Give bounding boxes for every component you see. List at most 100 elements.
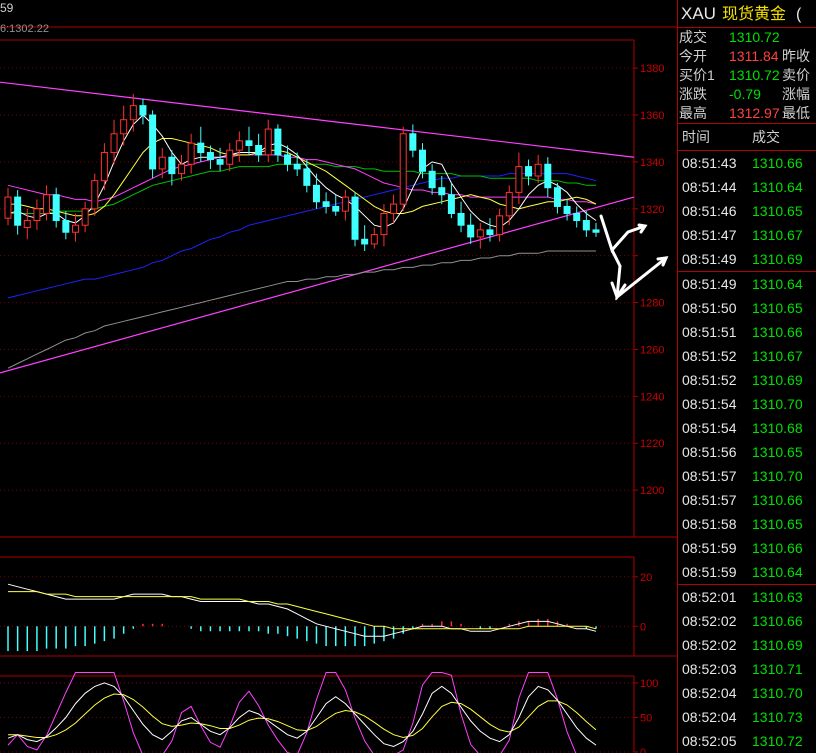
tick-price: 1310.65 xyxy=(752,516,803,532)
candle-body xyxy=(351,196,359,240)
quote-label-secondary: 卖价 xyxy=(782,67,810,83)
quote-label-secondary: 昨收 xyxy=(782,48,810,64)
candle-body xyxy=(534,163,542,177)
kdj-d-line xyxy=(8,693,597,739)
tick-time: 08:51:52 xyxy=(682,372,737,388)
candle-body xyxy=(245,140,253,146)
candle-body xyxy=(81,208,89,226)
quote-value: 1312.97 xyxy=(729,105,780,121)
tick-row: 08:52:02 1310.69 xyxy=(678,633,816,657)
tick-row: 08:51:59 1310.66 xyxy=(678,536,816,560)
candle-body xyxy=(158,156,166,170)
tick-time: 08:52:02 xyxy=(682,637,737,653)
quote-value: 1311.84 xyxy=(729,48,779,64)
candle-body xyxy=(486,229,494,236)
quote-value: 1310.72 xyxy=(729,29,780,45)
quote-label-secondary: 最低 xyxy=(782,105,810,121)
tick-price: 1310.66 xyxy=(752,613,803,629)
tick-time: 08:51:52 xyxy=(682,348,737,364)
y-tick-label: 100 xyxy=(640,678,658,690)
header-ma-readout: 6:1302.22 xyxy=(0,23,49,35)
candle-body xyxy=(197,142,205,154)
kdj-k-line xyxy=(7,682,597,748)
tick-time: 08:51:44 xyxy=(682,179,737,195)
tick-price: 1310.64 xyxy=(752,564,803,580)
candle-body xyxy=(563,205,571,214)
quote-value: 1310.72 xyxy=(729,67,780,83)
quote-label: 今开 xyxy=(679,48,707,64)
tick-time: 08:52:01 xyxy=(682,589,737,605)
tick-row: 08:52:05 1310.72 xyxy=(678,729,816,753)
header-top-left: 59 xyxy=(0,1,14,15)
tick-list[interactable]: 08:51:43 1310.66 08:51:44 1310.64 08:51:46 13… xyxy=(678,151,816,753)
candle-body xyxy=(312,184,320,203)
tick-row: 08:51:50 1310.65 xyxy=(678,296,816,320)
tick-row: 08:51:49 1310.69 xyxy=(678,247,816,272)
y-tick-label: 1240 xyxy=(640,391,664,403)
y-tick-label: 1380 xyxy=(640,63,664,75)
candle-body xyxy=(409,133,417,151)
tick-price: 1310.70 xyxy=(752,685,803,701)
tick-time: 08:52:02 xyxy=(682,613,737,629)
tick-row: 08:51:49 1310.64 xyxy=(678,272,816,296)
tick-time: 08:51:59 xyxy=(682,540,737,556)
tick-price: 1310.66 xyxy=(752,155,803,171)
upper-trendline xyxy=(0,81,635,158)
tick-time: 08:52:05 xyxy=(682,733,737,749)
candle-body xyxy=(91,180,99,210)
candle-body xyxy=(139,105,147,116)
tick-row: 08:52:04 1310.73 xyxy=(678,705,816,729)
tick-time: 08:51:57 xyxy=(682,492,737,508)
tick-row: 08:51:56 1310.65 xyxy=(678,440,816,464)
candle-body xyxy=(303,168,311,186)
candle-body xyxy=(216,159,224,165)
lower-trendline xyxy=(0,196,635,374)
quote-row: 成交 1310.72 xyxy=(678,28,816,47)
candle-body xyxy=(341,196,349,212)
candle-body xyxy=(496,215,504,236)
candle-body xyxy=(380,212,388,236)
candle-body xyxy=(476,229,484,238)
tick-price: 1310.66 xyxy=(752,492,803,508)
tick-row: 08:51:47 1310.67 xyxy=(678,223,816,247)
quote-row: 最高 1312.97 最低 xyxy=(678,104,816,123)
tick-price: 1310.73 xyxy=(752,709,803,725)
candle-body xyxy=(525,166,533,177)
candle-body xyxy=(43,194,51,214)
candle-body xyxy=(23,220,31,229)
candle-body xyxy=(322,201,330,207)
quote-label-secondary: 涨幅 xyxy=(782,86,810,102)
tick-price: 1310.69 xyxy=(752,251,803,267)
quote-row: 今开 1311.84 昨收 xyxy=(678,47,816,66)
tick-price: 1310.66 xyxy=(752,324,803,340)
tick-time: 08:51:54 xyxy=(682,420,737,436)
tick-row: 08:51:57 1310.66 xyxy=(678,488,816,512)
tick-time: 08:52:04 xyxy=(682,685,737,701)
candle-body xyxy=(100,152,108,182)
tick-price: 1310.66 xyxy=(752,540,803,556)
chart-area[interactable]: 1200 1220 1240 1260 1280 1320 1340 1360 1380 0 20 0… xyxy=(0,0,677,753)
y-tick-label: 50 xyxy=(640,712,652,724)
tick-price: 1310.64 xyxy=(752,276,803,292)
candle-body xyxy=(592,229,600,233)
tick-row: 08:51:54 1310.68 xyxy=(678,416,816,440)
candle-body xyxy=(361,238,369,245)
quote-value: -0.79 xyxy=(729,86,761,102)
tick-time: 08:51:59 xyxy=(682,564,737,580)
tick-price: 1310.67 xyxy=(752,227,803,243)
candle-body xyxy=(52,194,60,222)
tick-time: 08:51:51 xyxy=(682,324,737,340)
candle-body xyxy=(284,154,292,165)
symbol-name: 现货黄金 xyxy=(721,6,786,23)
tick-row: 08:51:59 1310.64 xyxy=(678,560,816,585)
col-time: 时间 xyxy=(682,129,710,145)
arrow-stroke xyxy=(599,214,647,253)
candle-body xyxy=(71,224,79,233)
y-tick-label: 1340 xyxy=(640,157,664,169)
quote-label: 成交 xyxy=(679,29,707,45)
candle-body xyxy=(168,156,176,175)
candle-body xyxy=(390,203,398,214)
candle-body xyxy=(399,133,407,205)
candle-body xyxy=(235,140,243,151)
tick-price: 1310.65 xyxy=(752,203,803,219)
